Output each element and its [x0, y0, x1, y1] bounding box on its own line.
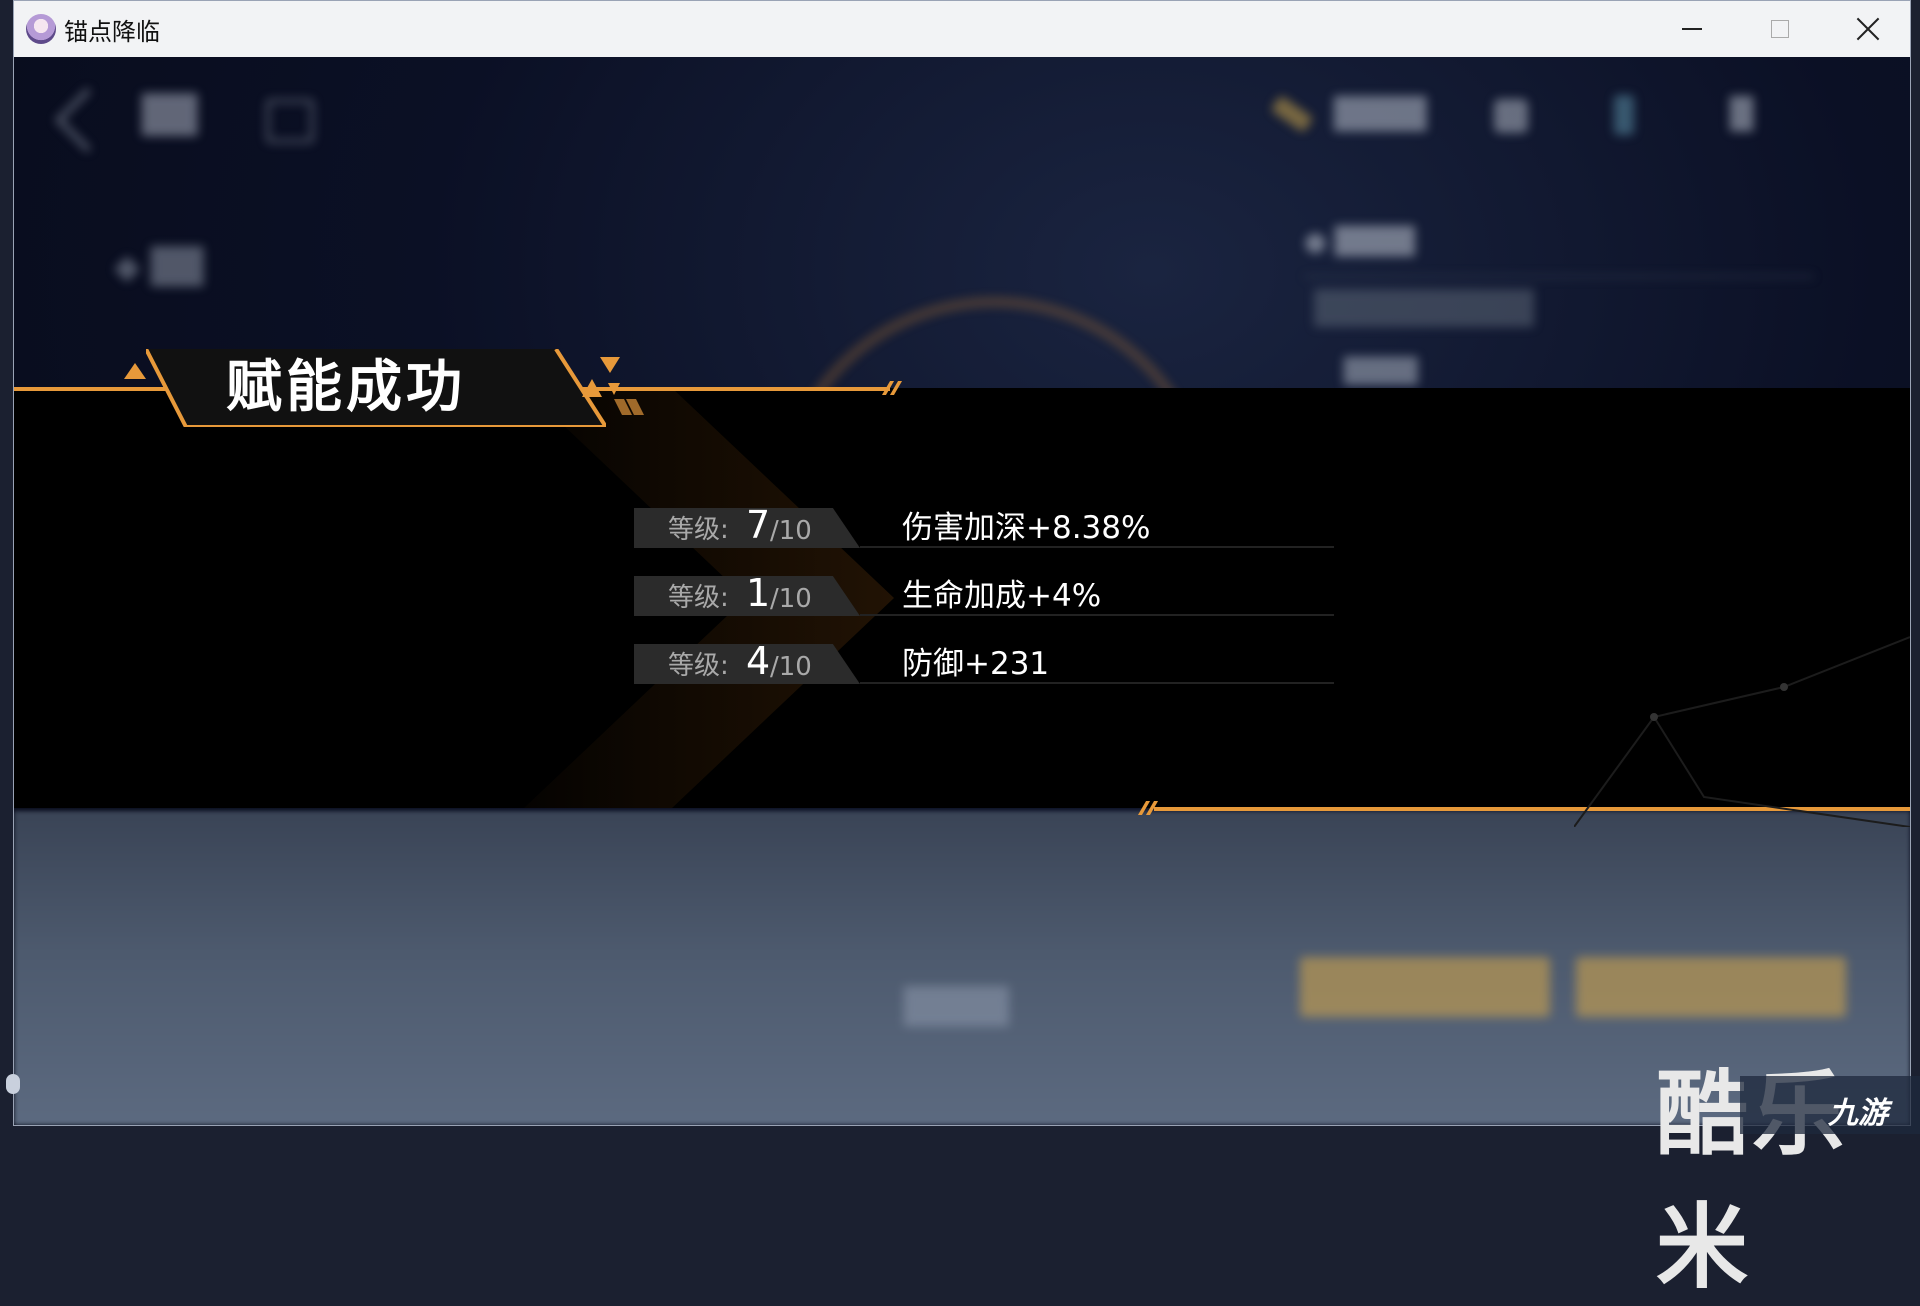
result-row: 等级: 7 /10 伤害加深+8.38% [634, 503, 1334, 548]
level-label: 等级: [668, 515, 729, 545]
currency-icon [1270, 95, 1314, 133]
background-button-right [1576, 957, 1846, 1017]
level-max: /10 [770, 652, 812, 682]
game-viewport[interactable]: ██ ████ █ ◆ ██ ● ████ ████ ████ 赋能成功 等级:… [14, 57, 1910, 1125]
side-tab: ◆ ██ [114, 247, 204, 287]
level-current: 4 [746, 639, 771, 683]
success-title: 赋能成功 [226, 355, 466, 420]
currency-value: ████ [1334, 97, 1427, 132]
result-row: 等级: 4 /10 防御+231 [634, 639, 1334, 684]
close-icon [1856, 17, 1880, 41]
gem-icon [1614, 95, 1634, 135]
panel-stat: ████ [1344, 357, 1418, 385]
result-row: 等级: 1 /10 生命加成+4% [634, 571, 1334, 616]
level-label: 等级: [668, 651, 729, 681]
minimize-icon [1682, 28, 1702, 30]
row-divider [860, 614, 1334, 616]
level-current: 7 [746, 503, 771, 547]
level-label: 等级: [668, 583, 729, 613]
level-max: /10 [770, 516, 812, 546]
maximize-button[interactable] [1736, 1, 1824, 57]
network-deco-icon [1574, 636, 1910, 827]
effect-text: 伤害加深+8.38% [902, 510, 1151, 546]
row-divider [860, 546, 1334, 548]
app-icon [26, 14, 56, 44]
panel-tag [1314, 289, 1534, 327]
app-window: 锚点降临 ██ ████ █ ◆ ██ ● ████ ████ ████ 赋能成… [13, 0, 1911, 1126]
title-bar: 锚点降临 [14, 1, 1910, 57]
panel-title: ● ████ [1304, 227, 1415, 257]
watermark-logo: 九游 [1828, 1096, 1888, 1131]
background-page-title: ██ [142, 95, 198, 136]
bottom-label: ████ [904, 987, 1009, 1027]
window-title: 锚点降临 [64, 17, 160, 46]
level-current: 1 [746, 571, 771, 615]
add-currency-icon [1494, 99, 1528, 133]
triangle-deco-icon [124, 363, 146, 379]
level-max: /10 [770, 584, 812, 614]
maximize-icon [1771, 20, 1789, 38]
gem-value: █ [1730, 97, 1754, 132]
back-arrow-icon [54, 87, 120, 153]
desktop-edge-dot [6, 1074, 20, 1094]
panel-divider [1304, 275, 1814, 278]
effect-text: 防御+231 [902, 646, 1050, 682]
effect-text: 生命加成+4% [902, 578, 1102, 614]
minimize-button[interactable] [1648, 1, 1736, 57]
background-button-left [1300, 957, 1550, 1017]
row-divider [860, 682, 1334, 684]
tree-icon [266, 99, 314, 143]
close-button[interactable] [1824, 1, 1910, 57]
triangle-cluster-icon [582, 357, 644, 415]
